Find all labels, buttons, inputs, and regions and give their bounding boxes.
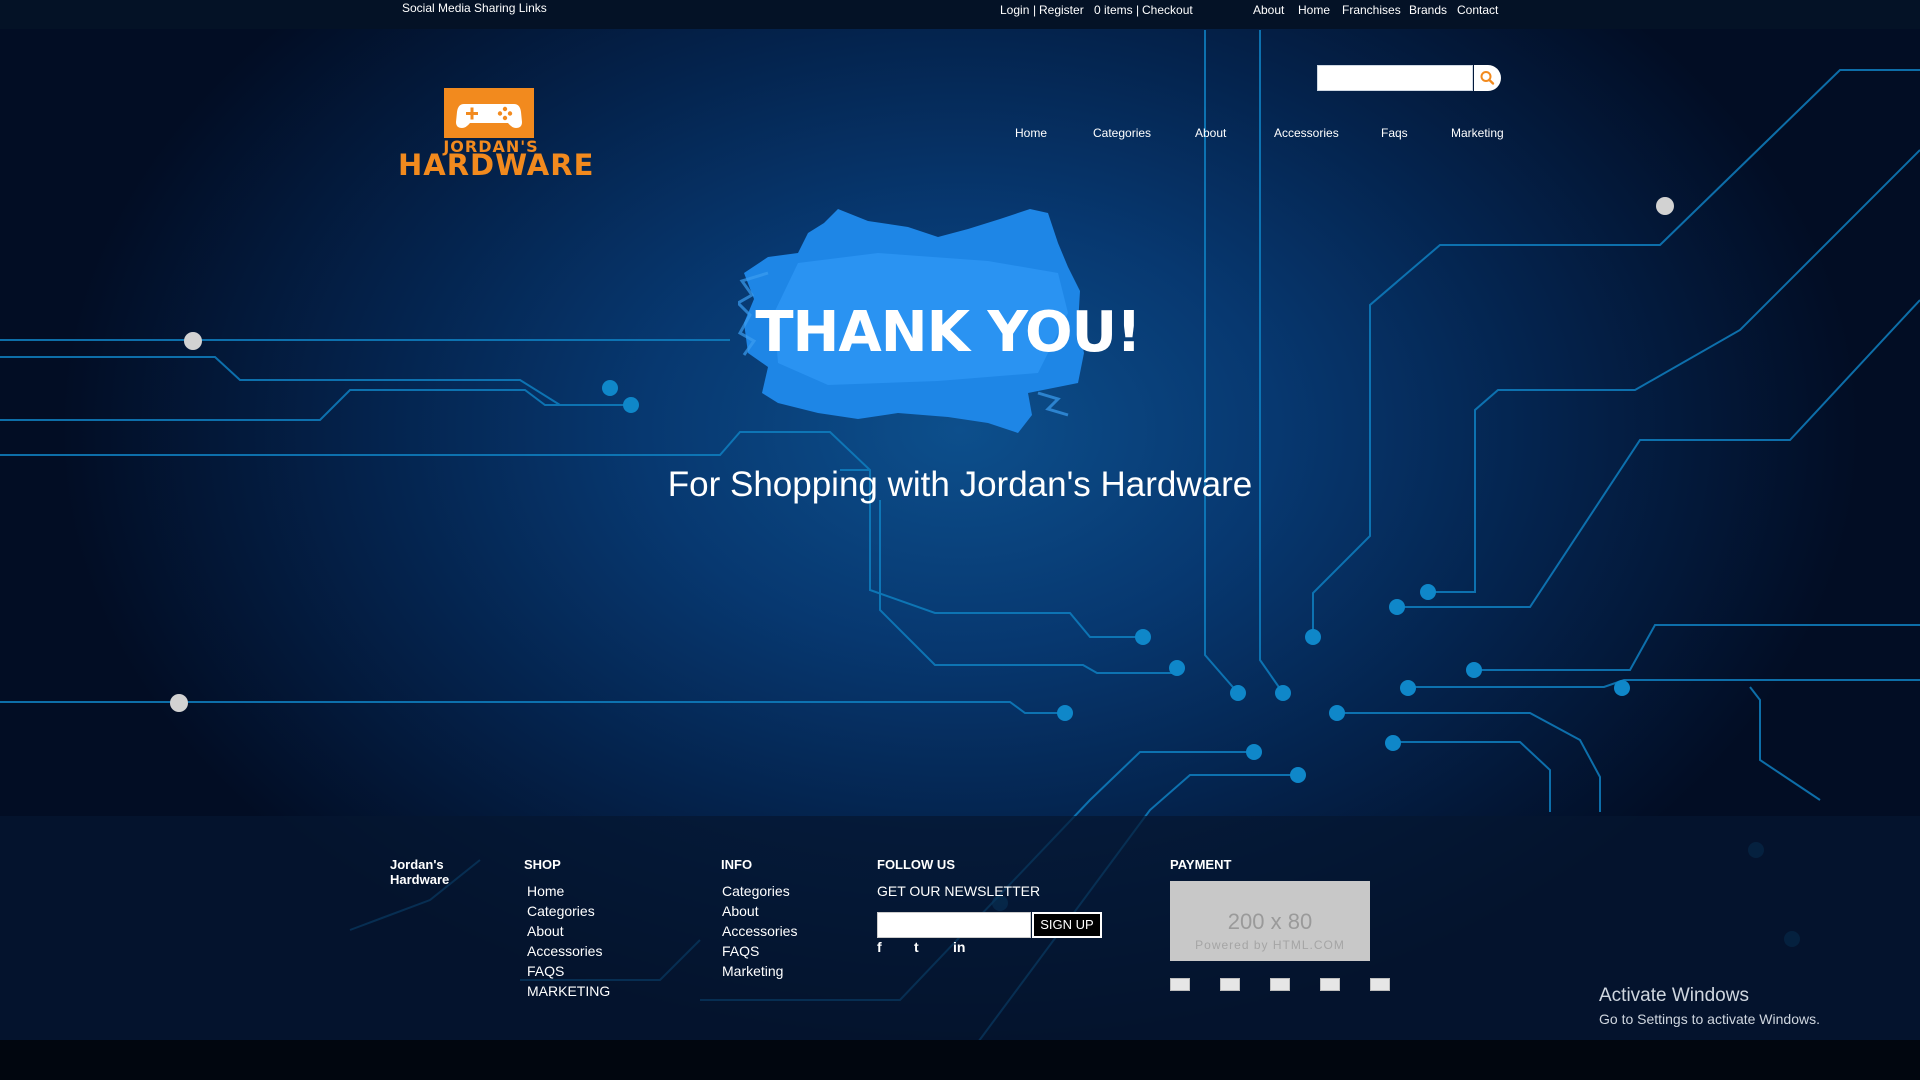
top-link-franchises[interactable]: Franchises bbox=[1342, 3, 1401, 17]
login-link[interactable]: Login bbox=[1000, 3, 1029, 17]
login-register-separator: | bbox=[1033, 3, 1037, 17]
footer-shop-categories[interactable]: Categories bbox=[527, 903, 595, 919]
checkout-link[interactable]: Checkout bbox=[1142, 3, 1193, 17]
footer-shop-accessories[interactable]: Accessories bbox=[527, 943, 602, 959]
register-link[interactable]: Register bbox=[1039, 3, 1084, 17]
page-bottom-strip bbox=[0, 1040, 1920, 1080]
top-utility-bar: Social Media Sharing Links Login | Regis… bbox=[0, 0, 1920, 29]
top-link-brands[interactable]: Brands bbox=[1409, 3, 1447, 17]
footer-shop-marketing[interactable]: MARKETING bbox=[527, 983, 610, 999]
activate-windows-watermark: Activate Windows Go to Settings to activ… bbox=[1599, 985, 1820, 1027]
footer-info-faqs[interactable]: FAQS bbox=[722, 943, 759, 959]
nav-faqs[interactable]: Faqs bbox=[1381, 126, 1408, 140]
footer-shop-about[interactable]: About bbox=[527, 923, 564, 939]
nav-about[interactable]: About bbox=[1195, 126, 1226, 140]
search-icon bbox=[1480, 71, 1495, 85]
tumblr-icon[interactable]: t bbox=[914, 939, 919, 955]
facebook-icon[interactable]: f bbox=[877, 939, 882, 955]
placeholder-size-text: 200 x 80 bbox=[1227, 909, 1313, 934]
footer-follow-title: FOLLOW US bbox=[877, 857, 955, 872]
linkedin-icon[interactable]: in bbox=[953, 939, 965, 955]
cart-items-link[interactable]: 0 items bbox=[1094, 3, 1133, 17]
top-link-home[interactable]: Home bbox=[1298, 3, 1330, 17]
nav-marketing[interactable]: Marketing bbox=[1451, 126, 1504, 140]
activate-windows-title: Activate Windows bbox=[1599, 985, 1749, 1006]
footer-shop-title: SHOP bbox=[524, 857, 561, 872]
activate-windows-subtitle: Go to Settings to activate Windows. bbox=[1599, 1011, 1820, 1027]
gamepad-icon bbox=[444, 88, 534, 138]
newsletter-label: GET OUR NEWSLETTER bbox=[877, 883, 1041, 899]
social-sharing-text: Social Media Sharing Links bbox=[402, 1, 547, 15]
footer-info-accessories[interactable]: Accessories bbox=[722, 923, 797, 939]
nav-categories[interactable]: Categories bbox=[1093, 126, 1151, 140]
payment-card-icon[interactable] bbox=[1270, 978, 1290, 991]
footer-payment-title: PAYMENT bbox=[1170, 857, 1232, 872]
footer-info-categories[interactable]: Categories bbox=[722, 883, 790, 899]
thank-you-subtitle: For Shopping with Jordan's Hardware bbox=[667, 465, 1253, 504]
footer-info-about[interactable]: About bbox=[722, 903, 759, 919]
search-bar bbox=[1317, 65, 1501, 91]
footer-brand-text: Jordan's Hardware bbox=[390, 857, 450, 887]
thank-you-heading: THANK YOU! bbox=[755, 300, 1141, 365]
footer-brand: Jordan's Hardware bbox=[390, 857, 449, 887]
top-link-about[interactable]: About bbox=[1253, 3, 1284, 17]
site-logo[interactable]: JORDAN'S HARDWARE bbox=[398, 88, 595, 182]
placeholder-credit-text: Powered by HTML.COM bbox=[1195, 938, 1345, 952]
search-input[interactable] bbox=[1317, 65, 1473, 91]
payment-card-icon[interactable] bbox=[1320, 978, 1340, 991]
logo-line-2: HARDWARE bbox=[398, 148, 595, 182]
footer-shop-home[interactable]: Home bbox=[527, 883, 564, 899]
payment-card-icon[interactable] bbox=[1220, 978, 1240, 991]
footer-info-marketing[interactable]: Marketing bbox=[722, 963, 783, 979]
top-link-contact[interactable]: Contact bbox=[1457, 3, 1498, 17]
newsletter-email-input[interactable] bbox=[877, 912, 1031, 938]
payment-card-icon[interactable] bbox=[1370, 978, 1390, 991]
nav-accessories[interactable]: Accessories bbox=[1274, 126, 1339, 140]
footer-shop-faqs[interactable]: FAQS bbox=[527, 963, 564, 979]
footer-info-title: INFO bbox=[721, 857, 753, 872]
search-button[interactable] bbox=[1474, 65, 1501, 91]
newsletter-signup-button[interactable]: SIGN UP bbox=[1032, 912, 1102, 938]
cart-checkout-separator: | bbox=[1136, 3, 1140, 17]
payment-placeholder-image: 200 x 80 Powered by HTML.COM bbox=[1170, 881, 1370, 961]
payment-card-icon[interactable] bbox=[1170, 978, 1190, 991]
nav-home[interactable]: Home bbox=[1015, 126, 1047, 140]
